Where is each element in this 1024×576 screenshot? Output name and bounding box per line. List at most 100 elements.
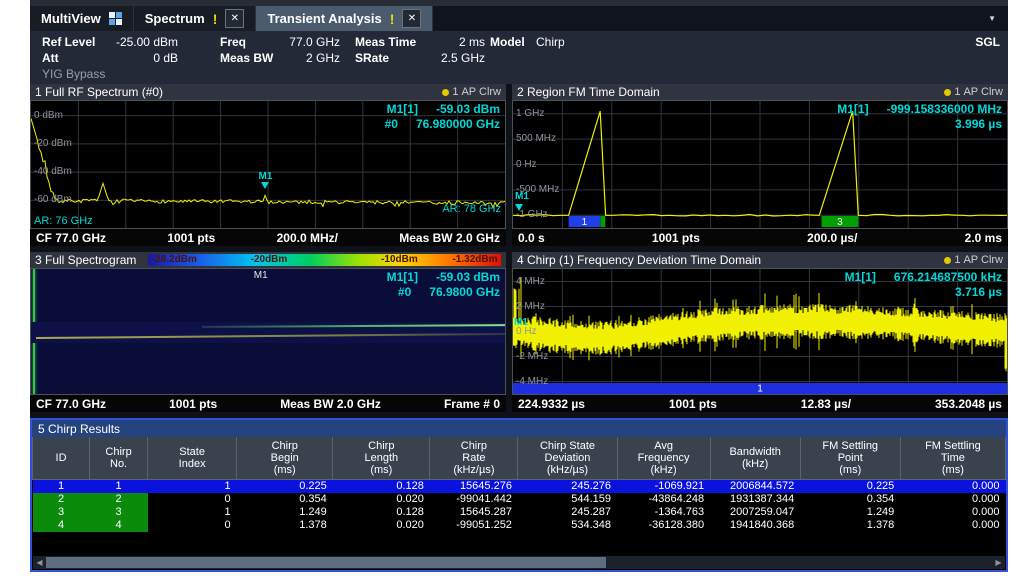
cell-id: 4 xyxy=(33,519,90,532)
cell-avg-frequency: -36128.380 xyxy=(617,519,710,532)
panel1-title-bar[interactable]: 1 Full RF Spectrum (#0) 1 AP Clrw xyxy=(30,84,506,100)
footer-per-div: 200.0 µs/ xyxy=(807,231,857,245)
ref-level-value[interactable]: -25.00 dBm xyxy=(90,35,178,49)
cell-fm-settling-time: 0.000 xyxy=(900,506,1005,519)
panel-chirp-results: 5 Chirp Results IDChirpNo.StateIndexChir… xyxy=(30,418,1008,572)
trace-active-dot-icon xyxy=(442,89,449,96)
panel4-title-bar[interactable]: 4 Chirp (1) Frequency Deviation Time Dom… xyxy=(512,252,1008,268)
panel-chirp-frequency-deviation: 4 Chirp (1) Frequency Deviation Time Dom… xyxy=(512,252,1008,412)
srate-value[interactable]: 2.5 GHz xyxy=(425,51,485,65)
cell-fm-settling-time: 0.000 xyxy=(900,519,1005,532)
panel5-title-bar[interactable]: 5 Chirp Results xyxy=(32,420,1006,437)
tab-spectrum[interactable]: Spectrum ! ✕ xyxy=(134,6,257,31)
tab-transient-analysis[interactable]: Transient Analysis ! ✕ xyxy=(256,6,433,31)
cell-state-index: 0 xyxy=(148,519,237,532)
table-row[interactable]: 2200.3540.020-99041.442544.159-43864.248… xyxy=(33,493,1006,506)
marker-readout: M1[1]-999.158336000 MHz 3.996 µs xyxy=(837,102,1002,131)
footer-start: 0.0 s xyxy=(518,231,545,245)
cell-chirp-state-deviation: 245.276 xyxy=(518,480,617,494)
footer-points: 1001 pts xyxy=(167,231,215,245)
att-value[interactable]: 0 dB xyxy=(90,51,178,65)
cell-bandwidth: 1931387.344 xyxy=(710,493,800,506)
tab-transient-label: Transient Analysis xyxy=(267,11,381,26)
footer-per-div: 12.83 µs/ xyxy=(801,397,851,411)
cell-chirp-state-deviation: 544.159 xyxy=(518,493,617,506)
panel3-footer: CF 77.0 GHz 1001 pts Meas BW 2.0 GHz Fra… xyxy=(30,395,506,412)
trace-active-dot-icon xyxy=(944,257,951,264)
cell-fm-settling-time: 0.000 xyxy=(900,480,1005,494)
panel1-title: 1 Full RF Spectrum (#0) xyxy=(35,85,163,99)
scroll-left-arrow-icon[interactable]: ◀ xyxy=(33,556,46,569)
column-header-fm-settling-time: FM SettlingTime(ms) xyxy=(900,437,1005,480)
caret-down-icon: ▼ xyxy=(988,14,996,23)
tab-overflow-dropdown[interactable]: ▼ xyxy=(976,6,1008,31)
tab-spectrum-label: Spectrum xyxy=(145,11,205,26)
multiview-grid-icon xyxy=(109,12,122,25)
spectrum-chart-area[interactable]: M1[1]-59.03 dBm #076.980000 GHz M1 AR: 7… xyxy=(30,100,506,229)
meas-time-label[interactable]: Meas Time xyxy=(355,35,416,49)
freq-label[interactable]: Freq xyxy=(220,35,246,49)
cell-chirp-state-deviation: 245.287 xyxy=(518,506,617,519)
footer-frame: Frame # 0 xyxy=(444,397,500,411)
cell-state-index: 1 xyxy=(148,480,237,494)
cell-chirp-begin: 0.225 xyxy=(237,480,333,494)
cell-id: 1 xyxy=(33,480,90,494)
panel3-title-bar[interactable]: 3 Full Spectrogram -28.2dBm -20dBm -10dB… xyxy=(30,252,506,268)
scrollbar-thumb[interactable] xyxy=(46,557,606,568)
cell-chirp-no: 1 xyxy=(90,480,148,494)
cell-chirp-state-deviation: 534.348 xyxy=(518,519,617,532)
column-header-chirp-rate: ChirpRate(kHz/µs) xyxy=(430,437,518,480)
cell-chirp-no: 2 xyxy=(90,493,148,506)
cell-chirp-no: 3 xyxy=(90,506,148,519)
footer-points: 1001 pts xyxy=(169,397,217,411)
cell-bandwidth: 2007259.047 xyxy=(710,506,800,519)
horizontal-scrollbar[interactable]: ◀ ▶ xyxy=(33,556,1005,569)
table-empty-area xyxy=(32,532,1006,556)
table-row[interactable]: 1110.2250.12815645.276245.276-1069.92120… xyxy=(33,480,1006,494)
meas-time-value[interactable]: 2 ms xyxy=(425,35,485,49)
footer-start: 224.9332 µs xyxy=(518,397,585,411)
model-value[interactable]: Chirp xyxy=(536,35,565,49)
tab-multiview[interactable]: MultiView xyxy=(30,6,134,31)
spectrogram-chart-area[interactable]: M1 M1[1]-59.03 dBm #076.9800 GHz xyxy=(30,268,506,395)
settings-header: Ref Level -25.00 dBm Att 0 dB Freq 77.0 … xyxy=(30,31,1008,84)
cell-state-index: 0 xyxy=(148,493,237,506)
table-row[interactable]: 4401.3780.020-99051.252534.348-36128.380… xyxy=(33,519,1006,532)
cell-avg-frequency: -43864.248 xyxy=(617,493,710,506)
cell-chirp-length: 0.020 xyxy=(333,493,430,506)
tab-multiview-label: MultiView xyxy=(41,11,101,26)
cell-avg-frequency: -1069.921 xyxy=(617,480,710,494)
frequency-deviation-chart-area[interactable]: M1[1]676.214687500 kHz 3.716 µs M1 4 MHz… xyxy=(512,268,1008,395)
att-label[interactable]: Att xyxy=(42,51,59,65)
panel1-footer: CF 77.0 GHz 1001 pts 200.0 MHz/ Meas BW … xyxy=(30,229,506,246)
fm-time-domain-chart-area[interactable]: M1[1]-999.158336000 MHz 3.996 µs M1 1 GH… xyxy=(512,100,1008,229)
marker-m1-label: M1 xyxy=(514,317,528,328)
model-label[interactable]: Model xyxy=(490,35,525,49)
panel-full-rf-spectrum: 1 Full RF Spectrum (#0) 1 AP Clrw M1[1]-… xyxy=(30,84,506,246)
marker-m1-label: M1 xyxy=(254,270,268,281)
meas-bw-value[interactable]: 2 GHz xyxy=(265,51,340,65)
svg-text:1: 1 xyxy=(757,384,763,395)
table-row[interactable]: 3311.2490.12815645.287245.287-1364.76320… xyxy=(33,506,1006,519)
instrument-screen: MultiView Spectrum ! ✕ Transient Analysi… xyxy=(30,0,1008,572)
panel2-footer: 0.0 s 1001 pts 200.0 µs/ 2.0 ms xyxy=(512,229,1008,246)
cell-chirp-begin: 1.378 xyxy=(237,519,333,532)
analysis-region-right-label: AR: 78 GHz xyxy=(442,203,501,215)
scroll-right-arrow-icon[interactable]: ▶ xyxy=(992,556,1005,569)
marker-m1-label: M1 xyxy=(515,191,529,202)
srate-label[interactable]: SRate xyxy=(355,51,389,65)
cell-fm-settling-time: 0.000 xyxy=(900,493,1005,506)
marker-m1-label: M1 xyxy=(259,171,273,182)
column-header-chirp-no: ChirpNo. xyxy=(90,437,148,480)
panel2-title-bar[interactable]: 2 Region FM Time Domain 1 AP Clrw xyxy=(512,84,1008,100)
freq-value[interactable]: 77.0 GHz xyxy=(265,35,340,49)
footer-per-div: 200.0 MHz/ xyxy=(277,231,338,245)
ref-level-label[interactable]: Ref Level xyxy=(42,35,95,49)
spectrogram-colorbar: -28.2dBm -20dBm -10dBm -1.32dBm xyxy=(148,254,501,266)
close-icon[interactable]: ✕ xyxy=(402,9,421,28)
colorbar-max-label: -1.32dBm xyxy=(452,254,497,266)
cell-avg-frequency: -1364.763 xyxy=(617,506,710,519)
close-icon[interactable]: ✕ xyxy=(225,9,244,28)
panel2-title: 2 Region FM Time Domain xyxy=(517,85,660,99)
single-sweep-status: SGL xyxy=(975,35,1000,49)
